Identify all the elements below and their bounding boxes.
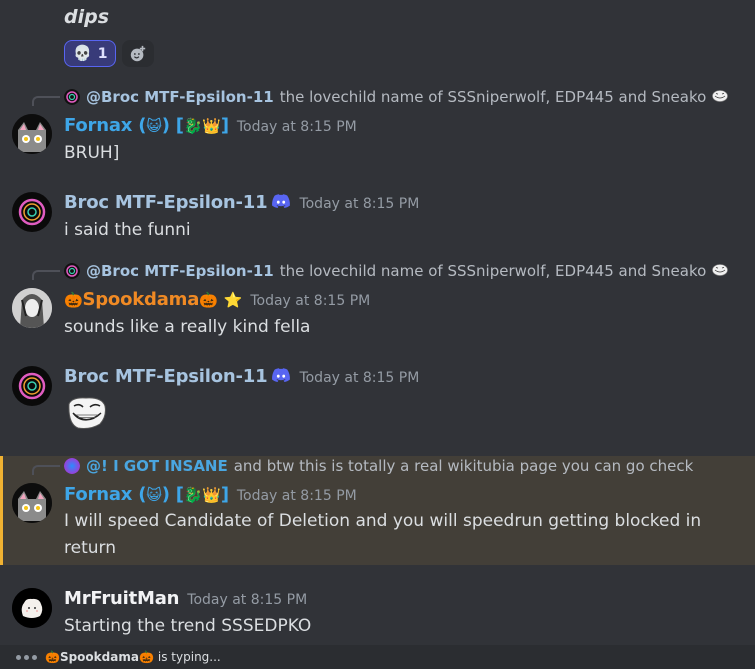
message-content: dips — [64, 6, 110, 28]
message-content-line1: I will speed Candidate of Deletion and y… — [64, 511, 702, 531]
avatar-broc[interactable] — [12, 192, 52, 232]
message-item: MrFruitMan Today at 8:15 PM Starting the… — [0, 586, 755, 646]
scp-logo-avatar — [64, 263, 80, 279]
message-content: BRUH] — [64, 143, 120, 163]
message-item: @Broc MTF-Epsilon-11 the lovechild name … — [0, 88, 755, 168]
message-item: Broc MTF-Epsilon-11 Today at 8:15 PM — [0, 364, 755, 444]
reply-author[interactable]: @Broc MTF-Epsilon-11 — [86, 88, 274, 106]
avatar-broc[interactable] — [12, 366, 52, 406]
scp-logo-avatar — [12, 366, 52, 406]
avatar-mrfruitman[interactable] — [12, 588, 52, 628]
reply-spine — [32, 96, 60, 106]
add-reaction-icon — [131, 45, 146, 61]
trollface-emoji — [712, 89, 729, 105]
username[interactable]: Fornax (😺) [🐉👑] — [64, 115, 229, 136]
timestamp[interactable]: Today at 8:15 PM — [187, 592, 307, 608]
message-item: Broc MTF-Epsilon-11 Today at 8:15 PM i s… — [0, 190, 755, 250]
scp-logo-avatar — [12, 192, 52, 232]
message-header: Broc MTF-Epsilon-11 Today at 8:15 PM — [64, 366, 419, 387]
username[interactable]: Broc MTF-Epsilon-11 — [64, 192, 268, 213]
timestamp[interactable]: Today at 8:15 PM — [250, 293, 370, 309]
message-content: i said the funni — [64, 220, 191, 240]
pumpkin-emoji: 🎃 — [45, 650, 60, 664]
reply-author[interactable]: @! I GOT INSANE — [86, 457, 228, 475]
typing-dots-icon — [16, 654, 37, 660]
message-previous: dips 💀 1 — [0, 0, 755, 75]
timestamp[interactable]: Today at 8:15 PM — [299, 196, 419, 212]
message-header: Fornax (😺) [🐉👑] Today at 8:15 PM — [64, 115, 357, 136]
message-content-line2: return — [64, 538, 116, 558]
cat-avatar-icon — [12, 114, 52, 154]
typing-indicator: 🎃 Spookdama 🎃 is typing... — [0, 645, 755, 669]
reply-preview[interactable]: @! I GOT INSANE and btw this is totally … — [64, 457, 693, 475]
trollface-emoji — [66, 396, 108, 434]
typing-text: is typing... — [157, 650, 221, 664]
username[interactable]: 🎃Spookdama🎃 — [64, 289, 218, 310]
scp-logo-avatar — [64, 89, 80, 105]
user-avatar-small — [64, 458, 80, 474]
add-reaction-button[interactable] — [122, 40, 155, 67]
reply-text: the lovechild name of SSSniperwolf, EDP4… — [279, 88, 707, 106]
username[interactable]: Broc MTF-Epsilon-11 — [64, 366, 268, 387]
message-content: Starting the trend SSSEDPKO — [64, 616, 312, 636]
reply-spine — [32, 270, 60, 280]
anime-avatar-icon — [12, 288, 52, 328]
avatar-fornax[interactable] — [12, 483, 52, 523]
fluffy-avatar-icon — [12, 588, 52, 628]
typing-user: Spookdama — [59, 650, 139, 664]
reply-spine — [32, 465, 60, 475]
message-header: Broc MTF-Epsilon-11 Today at 8:15 PM — [64, 192, 419, 213]
reply-author[interactable]: @Broc MTF-Epsilon-11 — [86, 262, 274, 280]
discord-icon — [272, 194, 291, 208]
reactions-bar: 💀 1 — [64, 40, 155, 67]
message-header: Fornax (😺) [🐉👑] Today at 8:15 PM — [64, 484, 357, 505]
reply-preview[interactable]: @Broc MTF-Epsilon-11 the lovechild name … — [64, 262, 729, 280]
reaction-count: 1 — [97, 45, 108, 62]
reply-preview[interactable]: @Broc MTF-Epsilon-11 the lovechild name … — [64, 88, 729, 106]
username[interactable]: MrFruitMan — [64, 588, 179, 609]
timestamp[interactable]: Today at 8:15 PM — [299, 370, 419, 386]
username[interactable]: Fornax (😺) [🐉👑] — [64, 484, 229, 505]
reaction-skull[interactable]: 💀 1 — [64, 40, 117, 67]
timestamp[interactable]: Today at 8:15 PM — [237, 119, 357, 135]
message-header: MrFruitMan Today at 8:15 PM — [64, 588, 307, 609]
reply-text: the lovechild name of SSSniperwolf, EDP4… — [279, 262, 707, 280]
pumpkin-emoji: 🎃 — [138, 650, 154, 664]
message-content: sounds like a really kind fella — [64, 317, 311, 337]
message-item-mention: @! I GOT INSANE and btw this is totally … — [0, 457, 755, 565]
timestamp[interactable]: Today at 8:15 PM — [237, 488, 357, 504]
cat-avatar-icon — [12, 483, 52, 523]
trollface-emoji — [712, 263, 729, 279]
discord-icon — [272, 368, 291, 382]
reply-text: and btw this is totally a real wikitubia… — [233, 457, 694, 475]
message-header: 🎃Spookdama🎃 ⭐ Today at 8:15 PM — [64, 289, 370, 310]
avatar-spookdama[interactable] — [12, 288, 52, 328]
avatar-fornax[interactable] — [12, 114, 52, 154]
chat-message-list: dips 💀 1 @Broc MTF-Epsilon-11 the lovech… — [0, 0, 755, 669]
star-icon: ⭐ — [223, 291, 243, 309]
message-item: @Broc MTF-Epsilon-11 the lovechild name … — [0, 262, 755, 342]
skull-icon: 💀 — [73, 44, 92, 62]
